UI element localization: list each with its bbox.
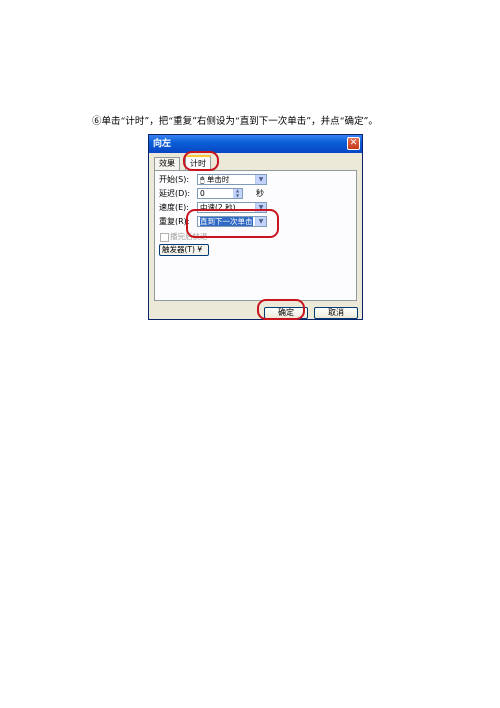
tab-effect[interactable]: 效果 bbox=[154, 157, 180, 170]
repeat-value: 直到下一次单击 bbox=[200, 217, 253, 226]
start-value: 单击时 bbox=[206, 175, 230, 184]
start-select[interactable]: 🖱 单击时 ▼ bbox=[197, 174, 267, 185]
close-button[interactable]: ✕ bbox=[347, 137, 360, 150]
instruction-text: ⑥单击“计时”，把“重复”右侧设为“直到下一次单击”，并点“确定”。 bbox=[92, 116, 378, 127]
ok-button[interactable]: 确定 bbox=[264, 307, 308, 319]
speed-value: 中速(2 秒) bbox=[200, 203, 236, 212]
delay-label: 延迟(D): bbox=[159, 189, 191, 198]
spinner-icon[interactable]: ▲ ▼ bbox=[233, 189, 242, 198]
delay-value: 0 bbox=[200, 189, 205, 198]
delay-input[interactable]: 0 ▲ ▼ bbox=[197, 188, 243, 199]
cancel-button[interactable]: 取消 bbox=[314, 307, 358, 319]
dialog-titlebar: 向左 ✕ bbox=[149, 135, 362, 153]
repeat-label: 重复(R): bbox=[159, 217, 190, 226]
close-icon: ✕ bbox=[349, 138, 358, 148]
chevron-down-icon[interactable]: ▼ bbox=[255, 175, 266, 184]
mouse-click-icon: 🖱 bbox=[200, 175, 205, 184]
tab-timing[interactable]: 计时 bbox=[185, 155, 211, 171]
delay-unit: 秒 bbox=[256, 189, 264, 198]
chevron-down-icon[interactable]: ▼ bbox=[255, 217, 266, 226]
speed-label: 速度(E): bbox=[159, 203, 189, 212]
timing-panel: 开始(S): 🖱 单击时 ▼ 延迟(D): 0 ▲ ▼ 秒 速度(E): 中速(2… bbox=[154, 170, 357, 301]
repeat-select[interactable]: 直到下一次单击 ▼ bbox=[197, 216, 267, 227]
trigger-button[interactable]: 触发器(T) ¥ bbox=[159, 244, 209, 256]
speed-select[interactable]: 中速(2 秒) ▼ bbox=[197, 202, 267, 213]
start-label: 开始(S): bbox=[159, 175, 190, 184]
chevron-down-icon[interactable]: ▼ bbox=[255, 203, 266, 212]
rewind-checkbox[interactable] bbox=[160, 233, 169, 242]
custom-animation-dialog: 向左 ✕ 效果 计时 开始(S): 🖱 单击时 ▼ 延迟(D): 0 ▲ ▼ 秒 … bbox=[148, 134, 363, 320]
rewind-label: 播完后快退 bbox=[170, 232, 208, 241]
dialog-title: 向左 bbox=[153, 139, 172, 149]
